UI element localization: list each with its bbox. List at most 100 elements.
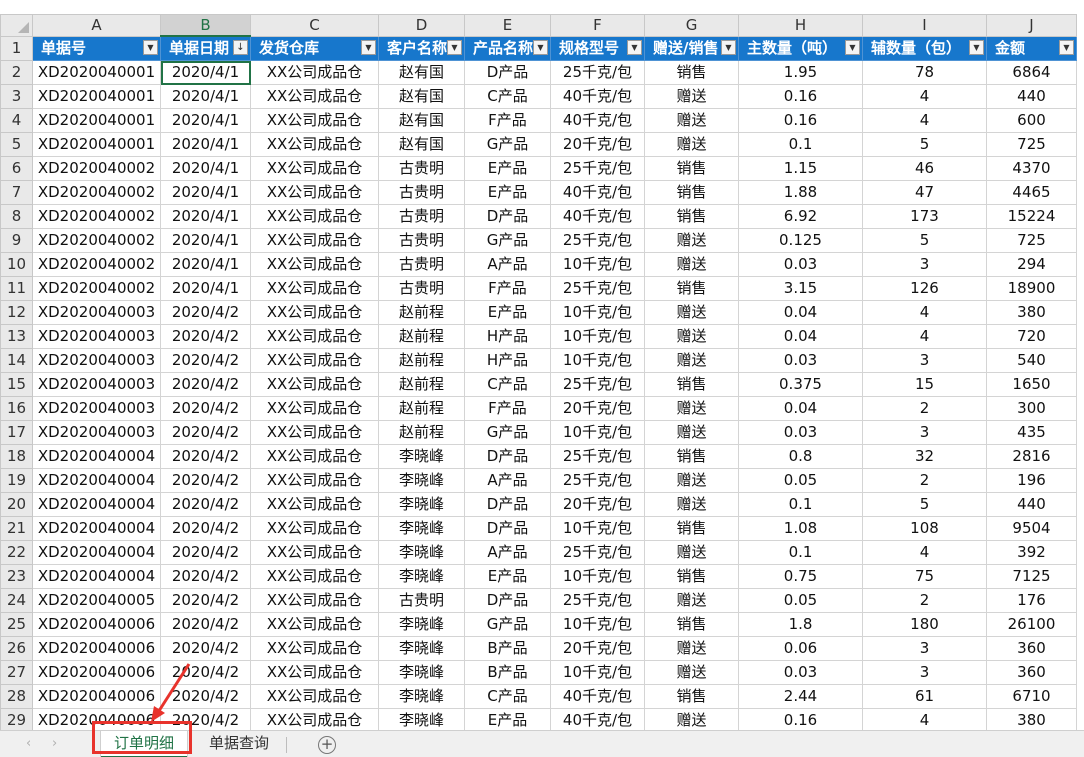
data-cell[interactable]: 2020/4/2 [160,540,251,565]
data-cell[interactable]: 0.05 [738,468,863,493]
data-cell[interactable]: XX公司成品仓 [250,612,379,637]
column-header-c[interactable]: C [250,14,379,37]
data-cell[interactable]: 2020/4/2 [160,324,251,349]
data-cell[interactable]: 李晓峰 [378,636,465,661]
filter-dropdown-icon[interactable]: ▼ [721,39,736,55]
data-cell[interactable]: XX公司成品仓 [250,156,379,181]
data-cell[interactable]: 10千克/包 [550,300,645,325]
data-cell[interactable]: E产品 [464,300,551,325]
data-cell[interactable]: 540 [986,348,1077,373]
data-cell[interactable]: XD2020040003 [32,300,161,325]
data-cell[interactable]: 26100 [986,612,1077,637]
column-header-j[interactable]: J [986,14,1077,37]
data-cell[interactable]: E产品 [464,564,551,589]
data-cell[interactable]: XX公司成品仓 [250,684,379,709]
data-cell[interactable]: XD2020040004 [32,540,161,565]
data-cell[interactable]: 25千克/包 [550,372,645,397]
row-number[interactable]: 5 [0,132,33,157]
data-cell[interactable]: 0.1 [738,540,863,565]
data-cell[interactable]: 赠送 [644,468,739,493]
header-cell-3[interactable]: 发货仓库 ▼ [250,35,379,61]
data-cell[interactable]: 0.75 [738,564,863,589]
row-number[interactable]: 23 [0,564,33,589]
data-cell[interactable]: 0.375 [738,372,863,397]
data-cell[interactable]: 1.08 [738,516,863,541]
data-cell[interactable]: 25千克/包 [550,468,645,493]
data-cell[interactable]: 3 [862,660,987,685]
data-cell[interactable]: 2020/4/2 [160,468,251,493]
data-cell[interactable]: XX公司成品仓 [250,444,379,469]
data-cell[interactable]: 1.95 [738,60,863,85]
data-cell[interactable]: XD2020040002 [32,228,161,253]
data-cell[interactable]: 20千克/包 [550,132,645,157]
data-cell[interactable]: 10千克/包 [550,564,645,589]
add-sheet-button[interactable]: + [318,736,336,754]
data-cell[interactable]: 赵前程 [378,300,465,325]
data-cell[interactable]: 赠送 [644,300,739,325]
data-cell[interactable]: XD2020040001 [32,84,161,109]
data-cell[interactable]: XD2020040004 [32,468,161,493]
column-header-b[interactable]: B [160,14,251,37]
data-cell[interactable]: 1.15 [738,156,863,181]
data-cell[interactable]: 6864 [986,60,1077,85]
data-cell[interactable]: 2020/4/1 [160,60,251,85]
row-number[interactable]: 8 [0,204,33,229]
data-cell[interactable]: XX公司成品仓 [250,180,379,205]
data-cell[interactable]: XD2020040003 [32,324,161,349]
row-number[interactable]: 22 [0,540,33,565]
data-cell[interactable]: 4465 [986,180,1077,205]
data-cell[interactable]: XX公司成品仓 [250,348,379,373]
data-cell[interactable]: 销售 [644,372,739,397]
data-cell[interactable]: H产品 [464,324,551,349]
data-cell[interactable]: 61 [862,684,987,709]
data-cell[interactable]: 赠送 [644,228,739,253]
data-cell[interactable]: 2020/4/1 [160,108,251,133]
data-cell[interactable]: XX公司成品仓 [250,204,379,229]
data-cell[interactable]: 李晓峰 [378,540,465,565]
data-cell[interactable]: 15 [862,372,987,397]
data-cell[interactable]: F产品 [464,276,551,301]
data-cell[interactable]: 销售 [644,444,739,469]
data-cell[interactable]: 360 [986,660,1077,685]
data-cell[interactable]: F产品 [464,108,551,133]
data-cell[interactable]: XX公司成品仓 [250,708,379,733]
data-cell[interactable]: 10千克/包 [550,612,645,637]
header-cell-7[interactable]: 赠送/销售 ▼ [644,35,739,61]
data-cell[interactable]: XD2020040003 [32,420,161,445]
data-cell[interactable]: XX公司成品仓 [250,564,379,589]
data-cell[interactable]: 3.15 [738,276,863,301]
sheet-tab-order-details[interactable]: 订单明细 [101,731,187,757]
data-cell[interactable]: 3 [862,636,987,661]
sort-icon[interactable]: ↓ [233,40,248,55]
data-cell[interactable]: XD2020040002 [32,252,161,277]
data-cell[interactable]: 10千克/包 [550,516,645,541]
data-cell[interactable]: 2020/4/2 [160,420,251,445]
row-number[interactable]: 16 [0,396,33,421]
data-cell[interactable]: G产品 [464,420,551,445]
data-cell[interactable]: 1650 [986,372,1077,397]
data-cell[interactable]: 40千克/包 [550,708,645,733]
data-cell[interactable]: G产品 [464,612,551,637]
data-cell[interactable]: 435 [986,420,1077,445]
row-number[interactable]: 9 [0,228,33,253]
data-cell[interactable]: 40千克/包 [550,684,645,709]
data-cell[interactable]: 380 [986,708,1077,733]
row-number[interactable]: 14 [0,348,33,373]
data-cell[interactable]: 5 [862,132,987,157]
row-number[interactable]: 24 [0,588,33,613]
column-header-i[interactable]: I [862,14,987,37]
data-cell[interactable]: 4 [862,108,987,133]
data-cell[interactable]: 5 [862,492,987,517]
data-cell[interactable]: XX公司成品仓 [250,420,379,445]
prev-sheet-icon[interactable]: ‹ [26,736,31,751]
column-header-g[interactable]: G [644,14,739,37]
data-cell[interactable]: 0.06 [738,636,863,661]
row-number[interactable]: 7 [0,180,33,205]
data-cell[interactable]: 0.04 [738,324,863,349]
data-cell[interactable]: 725 [986,228,1077,253]
header-cell-6[interactable]: 规格型号 ▼ [550,35,645,61]
filter-dropdown-icon[interactable]: ▼ [969,39,984,55]
data-cell[interactable]: 0.03 [738,348,863,373]
data-cell[interactable]: 600 [986,108,1077,133]
data-cell[interactable]: 2 [862,396,987,421]
